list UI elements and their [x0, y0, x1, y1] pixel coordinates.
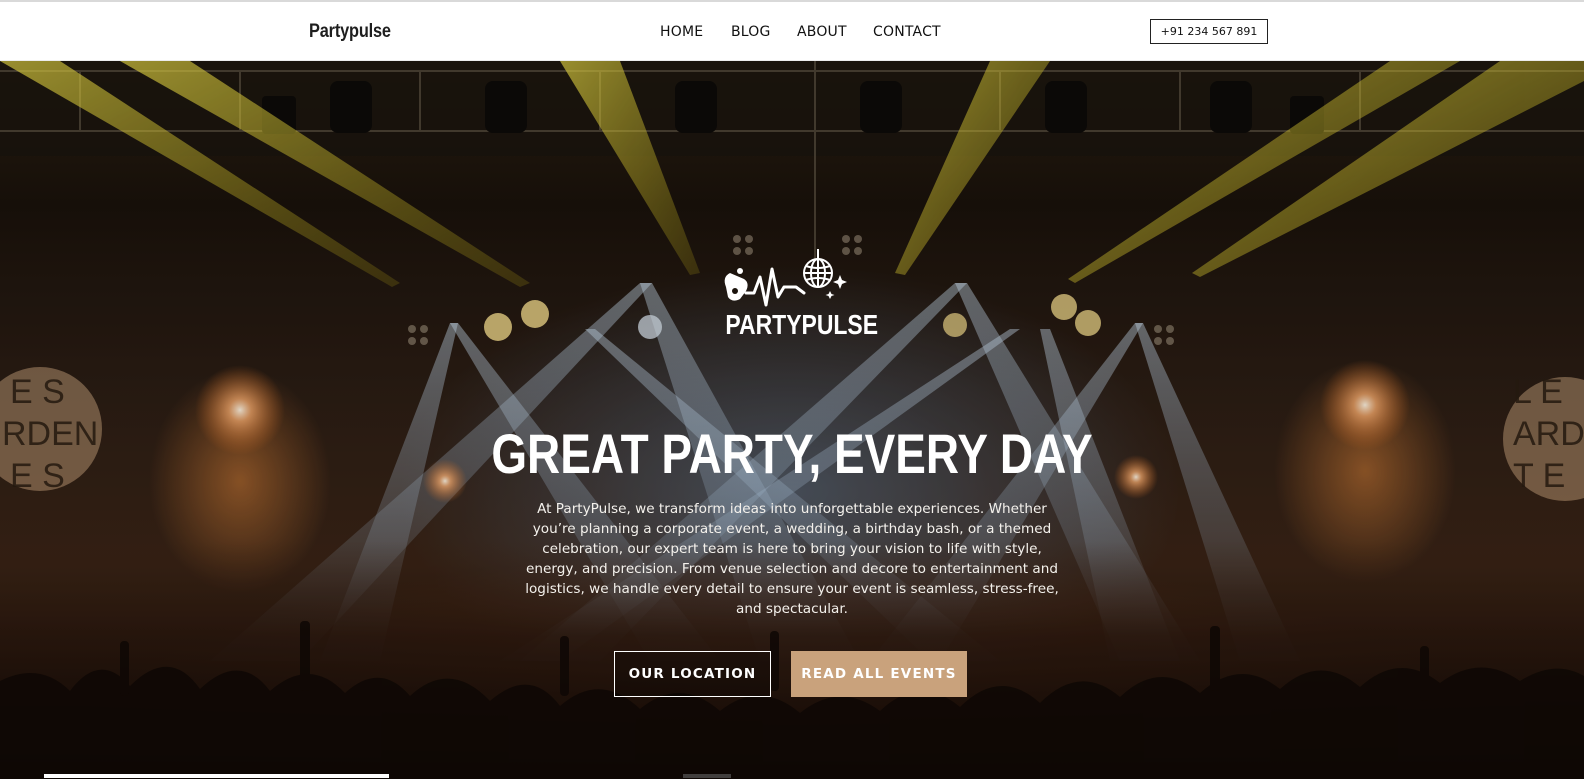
our-location-button[interactable]: OUR LOCATION: [614, 651, 771, 697]
hero-headline: GREAT PARTY, EVERY DAY: [491, 422, 1093, 485]
logo-wordmark: PARTYPULSE: [725, 309, 879, 340]
hero-intro-text: At PartyPulse, we transform ideas into u…: [525, 501, 1059, 617]
read-all-events-button[interactable]: READ ALL EVENTS: [791, 651, 967, 697]
nav-blog[interactable]: BLOG: [731, 24, 771, 40]
nav-home[interactable]: HOME: [660, 24, 703, 40]
nav-contact[interactable]: CONTACT: [873, 24, 941, 40]
nav-about[interactable]: ABOUT: [797, 24, 847, 40]
slide-indicator[interactable]: [683, 774, 731, 778]
slide-indicator-active[interactable]: [44, 774, 389, 778]
navbar: Partypulse HOME BLOG ABOUT CONTACT +91 2…: [0, 2, 1584, 61]
hero-section: E S RDEN E S L E ARD T E PARTYPULSE GREA…: [0, 61, 1584, 779]
main-nav: HOME BLOG ABOUT CONTACT: [0, 24, 1584, 44]
phone-button[interactable]: +91 234 567 891: [1150, 19, 1268, 44]
